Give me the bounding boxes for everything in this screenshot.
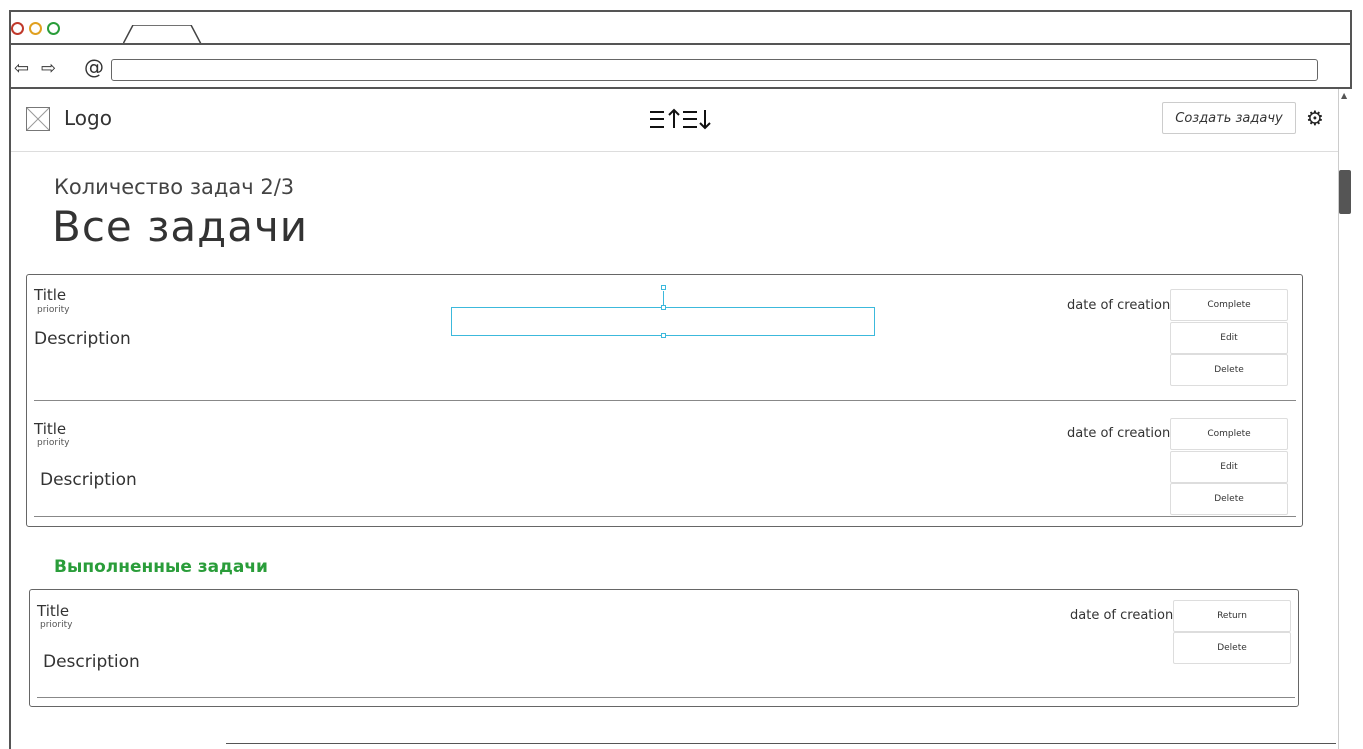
task-date: date of creation (1067, 426, 1171, 441)
gear-icon[interactable]: ⚙ (1306, 106, 1324, 130)
task-date: date of creation (1067, 298, 1171, 313)
logo-label: Logo (64, 106, 112, 130)
complete-button[interactable]: Complete (1170, 418, 1288, 450)
return-button[interactable]: Return (1173, 600, 1291, 632)
task-title: Title (34, 286, 67, 304)
completed-tasks-heading: Выполненные задачи (54, 557, 268, 577)
browser-tab[interactable] (123, 25, 203, 44)
reload-icon[interactable]: @ (84, 57, 104, 77)
task-description: Description (40, 470, 137, 490)
resize-handle-bottom[interactable] (661, 333, 666, 338)
task-divider (34, 516, 1296, 517)
task-count: Количество задач 2/3 (54, 175, 295, 199)
arrow-right-icon[interactable]: ⇨ (41, 60, 56, 78)
task-date: date of creation (1070, 608, 1174, 623)
delete-button[interactable]: Delete (1170, 354, 1288, 386)
edit-button[interactable]: Edit (1170, 451, 1288, 483)
sort-asc-desc-icon[interactable] (648, 106, 714, 132)
close-window-icon[interactable] (11, 22, 24, 35)
resize-handle-top[interactable] (661, 305, 666, 310)
task-divider (37, 697, 1295, 698)
url-input[interactable] (111, 59, 1318, 81)
browser-tab-bar (9, 10, 1352, 44)
create-task-button[interactable]: Создать задачу (1162, 102, 1296, 134)
edit-button[interactable]: Edit (1170, 322, 1288, 354)
task-priority: priority (40, 620, 73, 630)
footer-divider (226, 743, 1336, 744)
header-divider (11, 151, 1338, 152)
delete-button[interactable]: Delete (1173, 632, 1291, 664)
task-title: Title (37, 602, 70, 620)
task-edit-input[interactable] (451, 307, 875, 336)
delete-button[interactable]: Delete (1170, 483, 1288, 515)
minimize-window-icon[interactable] (29, 22, 42, 35)
task-description: Description (43, 652, 140, 672)
complete-button[interactable]: Complete (1170, 289, 1288, 321)
task-description: Description (34, 329, 131, 349)
rotate-handle-line (663, 291, 664, 305)
scroll-up-icon[interactable]: ▲ (1341, 91, 1347, 100)
maximize-window-icon[interactable] (47, 22, 60, 35)
task-priority: priority (37, 305, 70, 315)
arrow-left-icon[interactable]: ⇦ (14, 60, 29, 78)
completed-tasks-list (29, 589, 1299, 707)
task-title: Title (34, 420, 67, 438)
task-priority: priority (37, 438, 70, 448)
rotate-handle[interactable] (661, 285, 666, 290)
task-divider (34, 400, 1296, 401)
page-title: Все задачи (52, 202, 309, 251)
scrollbar-thumb[interactable] (1339, 170, 1351, 214)
logo-image (26, 107, 50, 131)
address-bar: ⇦ ⇨ @ (9, 43, 1352, 89)
